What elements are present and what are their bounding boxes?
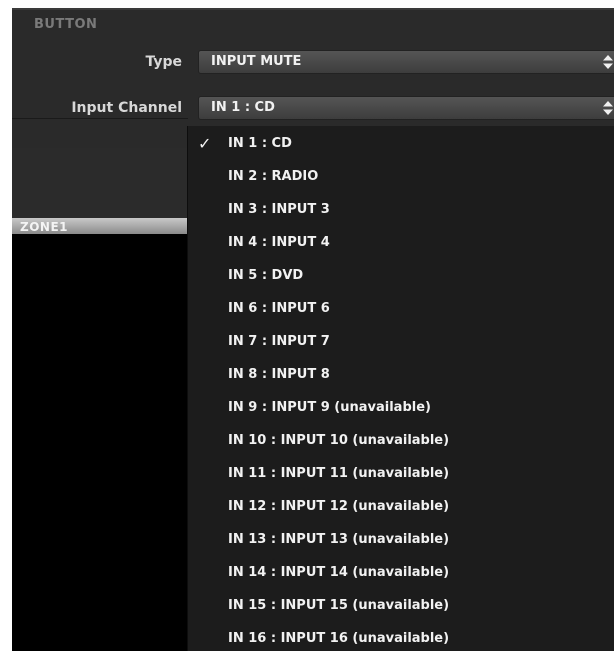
dropdown-option[interactable]: IN 10 : INPUT 10 (unavailable) bbox=[188, 425, 614, 458]
dropdown-option[interactable]: IN 4 : INPUT 4 bbox=[188, 227, 614, 260]
panel-top-border bbox=[12, 8, 614, 10]
checkmark-icon: ✓ bbox=[198, 134, 212, 153]
dropdown-option[interactable]: IN 12 : INPUT 12 (unavailable) bbox=[188, 491, 614, 524]
dropdown-option[interactable]: IN 5 : DVD bbox=[188, 260, 614, 293]
dropdown-option-label: IN 9 : INPUT 9 (unavailable) bbox=[228, 400, 431, 415]
dropdown-option-label: IN 13 : INPUT 13 (unavailable) bbox=[228, 532, 450, 547]
type-select-value: INPUT MUTE bbox=[211, 54, 302, 69]
dropdown-option-label: IN 1 : CD bbox=[228, 136, 292, 151]
dropdown-option[interactable]: IN 16 : INPUT 16 (unavailable) bbox=[188, 623, 614, 651]
zone-header: ZONE1 bbox=[12, 218, 188, 234]
dropdown-option[interactable]: IN 9 : INPUT 9 (unavailable) bbox=[188, 392, 614, 425]
dropdown-option[interactable]: IN 2 : RADIO bbox=[188, 161, 614, 194]
dropdown-option[interactable]: IN 7 : INPUT 7 bbox=[188, 326, 614, 359]
dropdown-option[interactable]: IN 3 : INPUT 3 bbox=[188, 194, 614, 227]
middle-panel bbox=[12, 148, 188, 218]
dropdown-option[interactable]: IN 15 : INPUT 15 (unavailable) bbox=[188, 590, 614, 623]
dropdown-option-label: IN 11 : INPUT 11 (unavailable) bbox=[228, 466, 450, 481]
zone-label: ZONE1 bbox=[20, 220, 68, 234]
input-channel-select[interactable]: IN 1 : CD bbox=[198, 96, 614, 120]
input-channel-dropdown-menu: ✓ IN 1 : CD IN 2 : RADIO IN 3 : INPUT 3 IN 4… bbox=[188, 126, 614, 651]
input-channel-label: Input Channel bbox=[71, 100, 182, 116]
dropdown-option-label: IN 6 : INPUT 6 bbox=[228, 301, 330, 316]
select-arrows-icon bbox=[603, 55, 613, 69]
type-select[interactable]: INPUT MUTE bbox=[198, 50, 614, 74]
dropdown-option[interactable]: ✓ IN 1 : CD bbox=[188, 128, 614, 161]
type-label: Type bbox=[145, 54, 182, 70]
dropdown-option-label: IN 5 : DVD bbox=[228, 268, 304, 283]
section-title: BUTTON bbox=[34, 17, 98, 32]
select-arrows-icon bbox=[603, 101, 613, 115]
dropdown-option[interactable]: IN 14 : INPUT 14 (unavailable) bbox=[188, 557, 614, 590]
zone-content-area bbox=[12, 234, 188, 651]
settings-window: BUTTON Type INPUT MUTE Input Channel IN … bbox=[0, 0, 614, 651]
dropdown-option-label: IN 2 : RADIO bbox=[228, 169, 319, 184]
dropdown-option-label: IN 14 : INPUT 14 (unavailable) bbox=[228, 565, 450, 580]
dropdown-option-label: IN 12 : INPUT 12 (unavailable) bbox=[228, 499, 450, 514]
panel-divider bbox=[12, 118, 188, 119]
dropdown-option[interactable]: IN 13 : INPUT 13 (unavailable) bbox=[188, 524, 614, 557]
dropdown-option-label: IN 8 : INPUT 8 bbox=[228, 367, 330, 382]
dropdown-option-label: IN 7 : INPUT 7 bbox=[228, 334, 330, 349]
dropdown-option-label: IN 4 : INPUT 4 bbox=[228, 235, 330, 250]
input-channel-select-value: IN 1 : CD bbox=[211, 100, 275, 115]
dropdown-option[interactable]: IN 11 : INPUT 11 (unavailable) bbox=[188, 458, 614, 491]
dropdown-option[interactable]: IN 6 : INPUT 6 bbox=[188, 293, 614, 326]
dropdown-option-label: IN 16 : INPUT 16 (unavailable) bbox=[228, 631, 450, 646]
dropdown-option-label: IN 3 : INPUT 3 bbox=[228, 202, 330, 217]
dropdown-option[interactable]: IN 8 : INPUT 8 bbox=[188, 359, 614, 392]
dropdown-option-label: IN 15 : INPUT 15 (unavailable) bbox=[228, 598, 450, 613]
dropdown-option-label: IN 10 : INPUT 10 (unavailable) bbox=[228, 433, 450, 448]
